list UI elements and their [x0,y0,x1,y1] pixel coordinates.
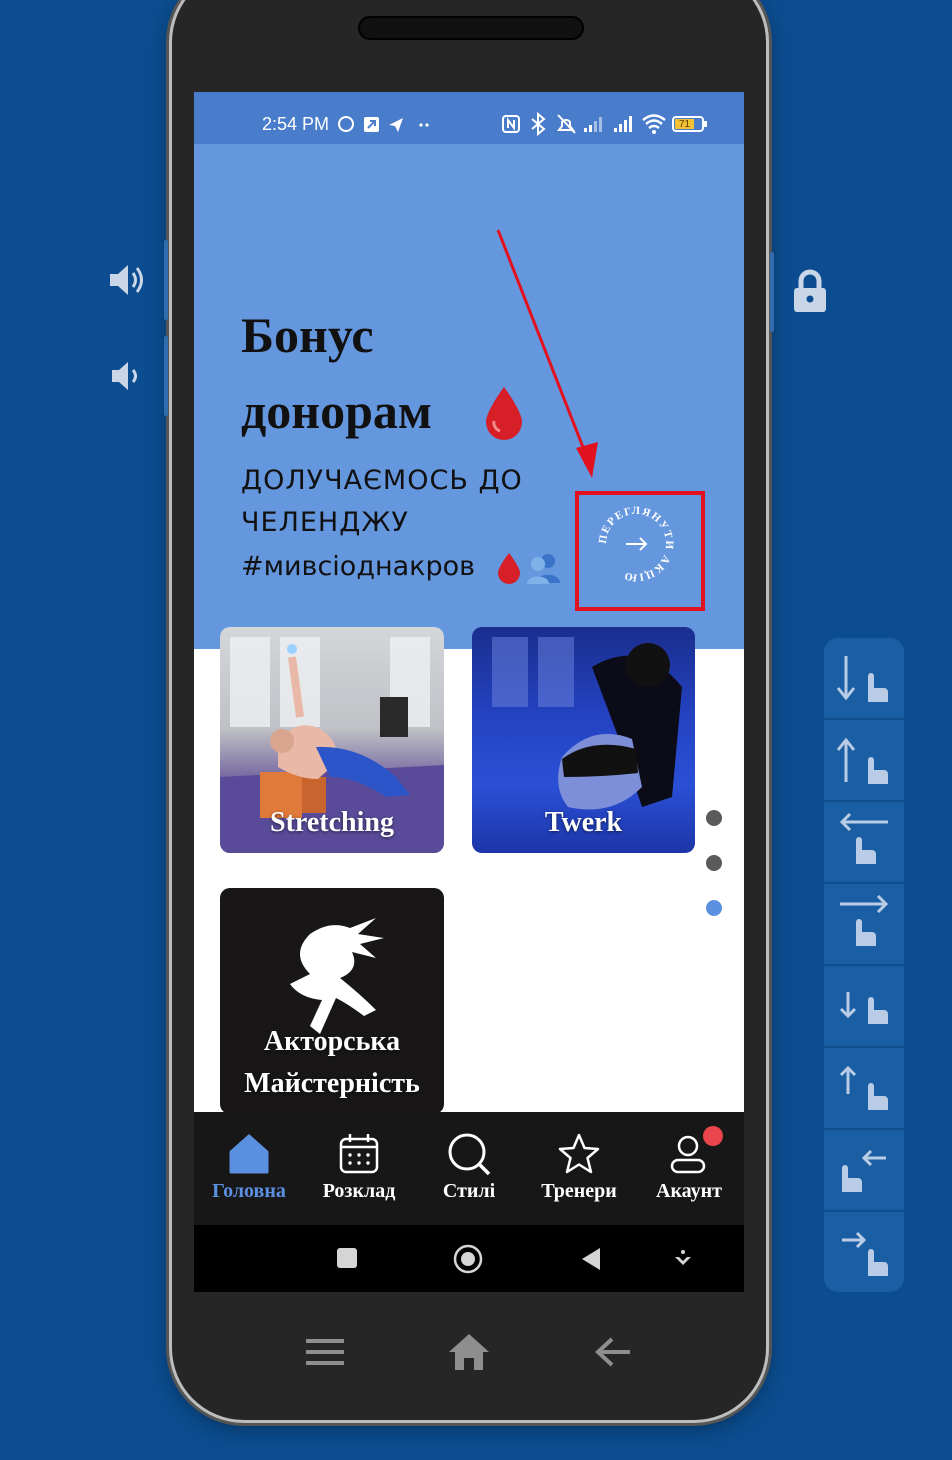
style-card-label-line1: Акторська [263,1026,401,1057]
scroll-up-icon [839,1065,888,1110]
style-card-label: Twerk [544,807,623,838]
pager-dot[interactable] [706,855,722,871]
annotation-highlight-box [575,491,705,611]
recents-icon[interactable] [336,1247,358,1269]
scroll-right-icon [842,1231,888,1276]
annotation-arrow [496,229,598,478]
swipe-down-icon [836,656,888,702]
tab-home[interactable]: Головна [194,1112,304,1225]
scroll-left-icon [842,1149,886,1192]
tab-trainers[interactable]: Тренери [524,1112,634,1225]
lock-icon[interactable] [790,268,830,314]
tab-label: Головна [212,1180,286,1202]
style-card-label: Stretching [270,807,394,838]
swipe-up-gesture[interactable] [824,720,904,802]
scroll-left-gesture[interactable] [824,1130,904,1212]
phone-back-icon[interactable] [594,1336,632,1368]
style-card-twerk[interactable]: Twerk [472,627,695,853]
battery-level: 71 [679,119,691,130]
home-button-icon[interactable] [453,1244,483,1274]
banner-title-line1: Бонус [241,307,374,363]
tab-account[interactable]: Акаунт [634,1112,744,1225]
pager-dot[interactable] [706,810,722,826]
status-time: 2:54 PM [262,114,330,134]
app-screen: 2:54 PM 71 Бонус донорам ДОЛУЧАЄМОСЬ ДО … [194,92,744,1292]
pager-dot-active[interactable] [706,900,722,916]
banner-title-line2: донорам [241,383,432,439]
small-blood-drop-icon [498,553,520,584]
volume-down-icon[interactable] [108,356,148,396]
home-icon [229,1134,269,1174]
tab-schedule[interactable]: Розклад [304,1112,414,1225]
banner-subtitle-line1: ДОЛУЧАЄМОСЬ ДО [241,465,523,496]
phone-earpiece [358,16,584,40]
tab-styles[interactable]: Стилі [414,1112,524,1225]
tab-label: Тренери [541,1180,617,1202]
keyboard-hide-icon[interactable] [673,1249,693,1269]
banner-subtitle-line2: ЧЕЛЕНДЖУ [241,507,409,538]
tab-label: Акаунт [656,1180,722,1202]
phone-home-icon[interactable] [447,1332,491,1372]
power-line [770,252,774,332]
scroll-up-gesture[interactable] [824,1048,904,1130]
style-card-stretching[interactable]: Stretching [220,627,444,853]
volume-up-line [164,240,168,320]
volume-down-line [164,336,168,416]
scroll-right-gesture[interactable] [824,1212,904,1292]
calendar-icon [339,1134,379,1174]
android-nav-bar [194,1225,744,1292]
swipe-left-gesture[interactable] [824,802,904,884]
menu-icon[interactable] [304,1336,346,1368]
style-card-label-line2: Майстерність [244,1068,420,1099]
style-card-acting[interactable]: Акторська Майстерність [220,888,444,1114]
search-icon [448,1133,491,1176]
people-icon [527,554,560,584]
star-icon [558,1133,600,1174]
swipe-down-gesture[interactable] [824,638,904,720]
swipe-right-icon [840,894,889,946]
gesture-panel [824,638,904,1292]
tab-label: Стилі [442,1180,496,1202]
banner-hashtag: #мивсіоднакров [241,551,476,582]
jumping-silhouette-image [290,918,384,1034]
scroll-down-icon [839,992,888,1024]
volume-up-icon[interactable] [106,258,150,302]
scroll-down-gesture[interactable] [824,966,904,1048]
bottom-tab-bar: Головна Розклад Стилі Тренери Акаунт [194,1112,744,1225]
tab-label: Розклад [322,1180,396,1202]
swipe-right-gesture[interactable] [824,884,904,966]
notification-icons [338,116,429,132]
swipe-left-icon [839,812,888,864]
swipe-up-icon [836,737,888,784]
back-icon[interactable] [580,1246,602,1272]
status-bar: 2:54 PM 71 [194,92,744,144]
notification-badge [703,1126,723,1146]
